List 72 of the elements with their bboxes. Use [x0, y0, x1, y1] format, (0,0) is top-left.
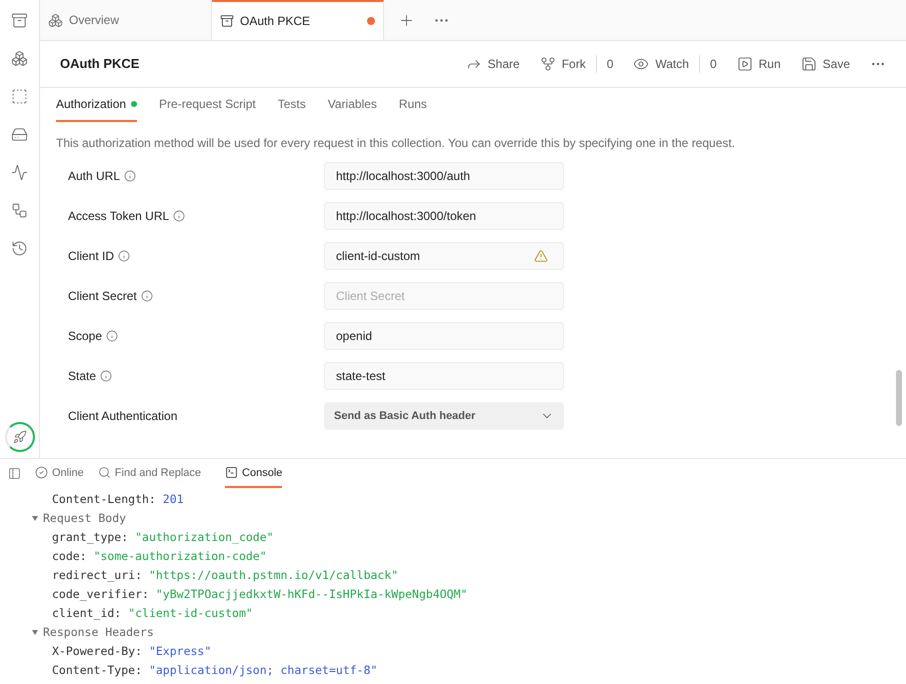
expand-triangle-icon[interactable] — [32, 630, 38, 635]
share-button[interactable]: Share — [466, 55, 520, 73]
collection-icon — [220, 14, 234, 28]
field-label: State — [68, 368, 96, 385]
entry-key: Content-Type: — [52, 663, 142, 677]
input-field[interactable]: openid — [324, 322, 564, 350]
tab-label: OAuth PKCE — [240, 13, 312, 30]
section-tab[interactable]: Pre-request Script — [159, 95, 256, 122]
entry-key: redirect_uri: — [52, 568, 142, 582]
footer-tab[interactable]: Console — [225, 464, 282, 488]
entry-value: "https://oauth.pstmn.io/v1/callback" — [148, 568, 398, 582]
eye-icon — [633, 56, 650, 72]
terminal-icon — [225, 466, 238, 480]
save-button[interactable]: Save — [800, 55, 850, 73]
run-button[interactable]: Run — [736, 55, 781, 73]
field-label: Access Token URL — [68, 208, 170, 225]
select-field[interactable]: Send as Basic Auth header — [324, 402, 564, 430]
entry-value: "client-id-custom" — [128, 606, 253, 620]
field-label: Client Secret — [68, 288, 137, 305]
fork-button[interactable]: Fork — [540, 55, 586, 73]
search-icon — [98, 466, 111, 480]
archive-icon[interactable] — [11, 12, 28, 29]
watch-button[interactable]: Watch — [633, 55, 689, 73]
entry-value: "yBw2TPOacjjedkxtW-hKFd--IsHPkIa-kWpeNgb4OQM" — [156, 587, 468, 601]
section-tab[interactable]: Authorization — [56, 95, 138, 122]
input-field[interactable]: http://localhost:3000/auth — [324, 162, 564, 190]
count-label: 0 — [698, 55, 717, 73]
footer-tab[interactable]: Find and Replace — [98, 464, 202, 488]
fork-icon — [540, 56, 556, 72]
section-tab[interactable]: Runs — [398, 95, 427, 122]
entry-key: grant_type: — [52, 530, 128, 544]
section-label[interactable]: Response Headers — [43, 623, 154, 642]
footer-tab[interactable]: Online — [35, 464, 84, 488]
drive-icon[interactable] — [11, 126, 28, 143]
input-field[interactable]: state-test — [324, 362, 564, 390]
input-field[interactable]: Client Secret — [324, 282, 564, 310]
collection-title: OAuth PKCE — [60, 55, 140, 74]
rocket-progress-icon[interactable] — [4, 422, 34, 452]
field-label: Auth URL — [68, 168, 120, 185]
entry-value: "some-authorization-code" — [94, 549, 267, 563]
section-tab[interactable]: Variables — [328, 95, 377, 122]
field-label: Client ID — [68, 248, 114, 265]
count-label: 0 — [596, 55, 614, 73]
entry-value: "Express" — [148, 644, 212, 658]
expand-triangle-icon[interactable] — [32, 516, 38, 521]
tab-label: Overview — [69, 12, 120, 29]
description-text: This authorization method will be used for every request in this collection. You can override this by specifying one in the request. — [55, 135, 736, 152]
entry-value: "application/json; charset=utf-8" — [148, 663, 378, 677]
entry-value: 201 — [162, 492, 184, 506]
field-label: Client Authentication — [68, 408, 178, 425]
frame-icon[interactable] — [11, 88, 28, 105]
overview-icon — [48, 12, 63, 28]
entry-key: code: — [52, 549, 87, 563]
entry-key: Content-Length: — [52, 492, 156, 506]
input-field[interactable]: client-id-custom — [324, 242, 564, 270]
check-circle-icon — [35, 466, 48, 480]
flow-icon[interactable] — [11, 202, 28, 219]
input-field[interactable]: http://localhost:3000/token — [324, 202, 564, 230]
entry-key: client_id: — [52, 606, 122, 620]
sidebar-toggle-icon[interactable] — [8, 467, 21, 480]
play-icon — [736, 56, 753, 72]
section-tab[interactable]: Tests — [278, 95, 306, 122]
activity-icon[interactable] — [11, 164, 28, 181]
field-label: Scope — [68, 328, 102, 345]
section-label[interactable]: Request Body — [43, 509, 126, 528]
history-icon[interactable] — [11, 240, 28, 257]
scrollbar-thumb[interactable] — [896, 370, 902, 426]
tab[interactable]: OAuth PKCE — [212, 0, 384, 40]
entry-value: "authorization_code" — [135, 530, 274, 544]
entry-key: code_verifier: — [52, 587, 149, 601]
save-icon — [800, 56, 817, 72]
entry-key: X-Powered-By: — [52, 644, 142, 658]
